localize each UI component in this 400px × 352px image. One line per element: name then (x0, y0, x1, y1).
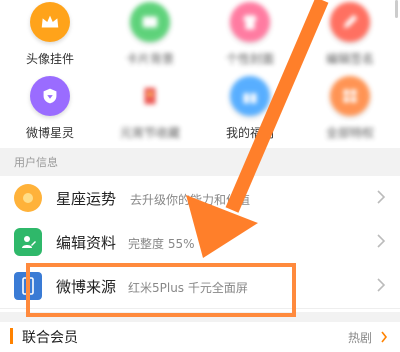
section-title: 用户信息 (14, 156, 58, 169)
profile-edit-icon (14, 228, 42, 256)
horoscope-icon (14, 184, 42, 212)
grid-item-label: 卡片背景 (125, 52, 174, 66)
row-subtitle: 去升级你的能力和价值 (130, 193, 251, 207)
chevron-right-icon (377, 278, 386, 292)
row-subtitle: 红米5Plus 千元全面屏 (128, 281, 248, 295)
apps-icon (330, 76, 370, 116)
grid-item-weibo-star[interactable]: 微博星灵 (0, 74, 100, 148)
grid-item-label: 我的福利 (225, 126, 274, 140)
chevron-right-icon (377, 190, 386, 204)
row-horoscope[interactable]: 星座运势 去升级你的能力和价值 (0, 176, 400, 221)
grid-item-label: 元宵节收藏 (119, 126, 180, 140)
row-title: 联合会员 (22, 330, 78, 346)
scrollbar[interactable] (395, 0, 398, 18)
grid-item-personal-cover[interactable]: 个性封面 (200, 0, 300, 74)
feature-grid: 头像挂件 卡片背景 个性封面 编辑签名 微博星灵 元宵节收藏 我的福利 全部特权 (0, 0, 400, 148)
phone-icon (14, 272, 42, 300)
grid-item-my-welfare[interactable]: 我的福利 (200, 74, 300, 148)
card-icon (130, 2, 170, 42)
grid-item-edit-signature[interactable]: 编辑签名 (300, 0, 400, 74)
row-title: 微博来源 (56, 278, 117, 296)
accent-bar (10, 328, 13, 344)
chevron-right-icon (377, 234, 386, 248)
row-title: 编辑资料 (56, 234, 117, 252)
gift-icon (230, 76, 270, 116)
pen-icon (330, 2, 370, 42)
grid-item-label: 微博星灵 (25, 126, 74, 140)
grid-item-label: 个性封面 (225, 52, 274, 66)
row-joint-membership[interactable]: 联合会员 热剧 (0, 322, 400, 352)
red-envelope-icon (130, 76, 170, 116)
shirt-icon (230, 2, 270, 42)
row-subtitle: 完整度 55% (128, 237, 195, 251)
grid-item-label: 编辑签名 (325, 52, 374, 66)
row-edit-profile[interactable]: 编辑资料 完整度 55% (0, 220, 400, 265)
grid-item-all-privileges[interactable]: 全部特权 (300, 74, 400, 148)
row-title: 星座运势 (56, 190, 117, 208)
crown-icon (30, 2, 70, 42)
grid-item-label: 全部特权 (325, 126, 374, 140)
shield-icon (30, 76, 70, 116)
grid-item-label: 头像挂件 (25, 52, 74, 66)
row-tag: 热剧 (347, 331, 372, 345)
row-weibo-source[interactable]: 微博来源 红米5Plus 千元全面屏 (0, 264, 400, 309)
chevron-right-icon (381, 331, 388, 343)
section-divider (0, 312, 400, 322)
grid-item-lantern-collection[interactable]: 元宵节收藏 (100, 74, 200, 148)
grid-item-avatar-pendant[interactable]: 头像挂件 (0, 0, 100, 74)
grid-item-card-background[interactable]: 卡片背景 (100, 0, 200, 74)
section-header: 用户信息 (0, 148, 400, 176)
